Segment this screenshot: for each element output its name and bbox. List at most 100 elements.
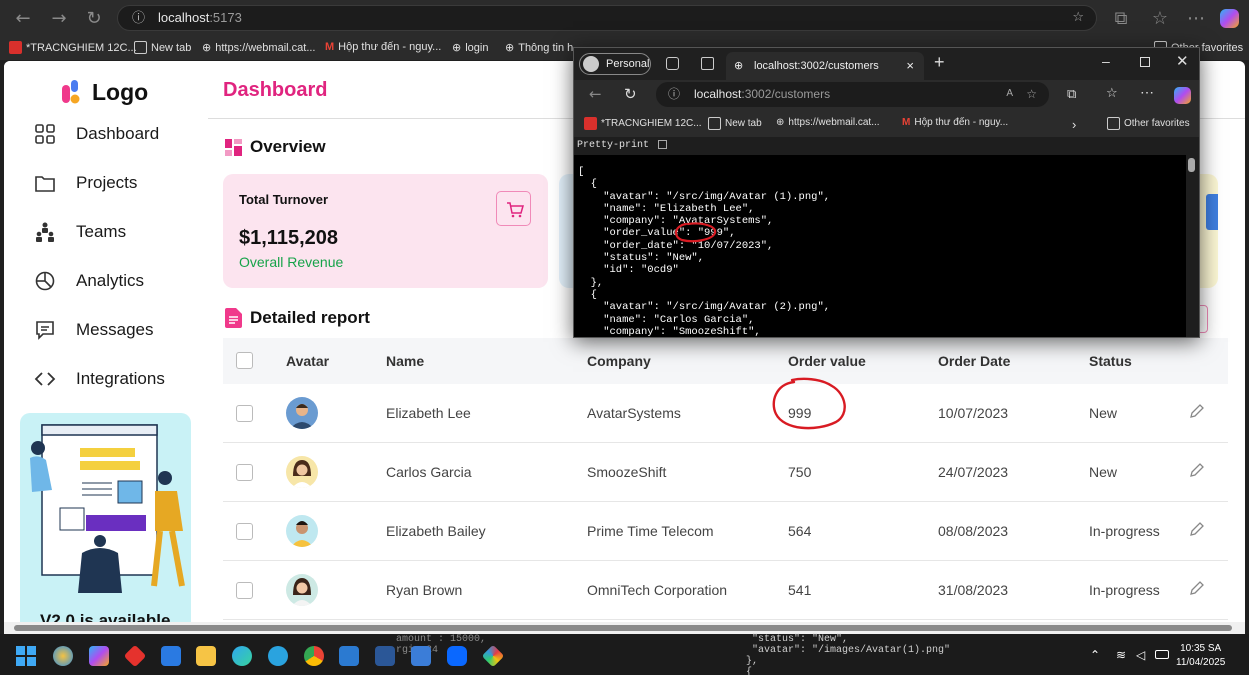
edit-icon[interactable] [1189, 462, 1205, 478]
col-company[interactable]: Company [587, 353, 651, 369]
maximize-icon[interactable] [1140, 57, 1150, 67]
copilot-icon[interactable] [1174, 87, 1191, 104]
card-icon-button[interactable] [1206, 194, 1218, 230]
chrome-icon[interactable] [304, 646, 324, 666]
clock-date: 11/04/2025 [1176, 657, 1226, 668]
vscode-icon[interactable] [339, 646, 359, 666]
cell-name: Elizabeth Bailey [386, 523, 486, 539]
address-bar[interactable]: ⓘ localhost:5173 ☆ [117, 5, 1097, 31]
file-explorer-icon[interactable] [196, 646, 216, 666]
sidebar-item-projects[interactable]: Projects [34, 172, 137, 194]
json-scrollbar-thumb[interactable] [1188, 158, 1195, 172]
pdf-icon [584, 117, 597, 130]
wifi-icon[interactable]: ≋ [1116, 648, 1126, 662]
table-row[interactable]: Carlos Garcia SmoozeShift 750 24/07/2023… [223, 443, 1228, 502]
table-row[interactable]: Elizabeth Bailey Prime Time Telecom 564 … [223, 502, 1228, 561]
more-icon[interactable]: ⋯ [1185, 8, 1207, 30]
back-icon[interactable]: ← [12, 8, 34, 30]
back-icon[interactable]: ← [589, 85, 602, 103]
more-icon[interactable]: ⋯ [1140, 84, 1154, 101]
close-tab-icon[interactable]: × [906, 52, 914, 80]
refresh-icon[interactable]: ↻ [83, 8, 105, 30]
favorites-icon[interactable]: ☆ [1149, 8, 1171, 30]
info-icon[interactable]: ⓘ [132, 6, 145, 30]
sidebar-item-integrations[interactable]: Integrations [34, 368, 165, 390]
bookmark-item[interactable]: *TRACNGHIEM 12C... [584, 117, 702, 130]
cell-name: Carlos Garcia [386, 464, 472, 480]
popup-address-bar[interactable]: ⓘ localhost:3002/customers A ☆ [656, 82, 1049, 107]
popup-tab-bar: Personal ⊕ localhost:3002/customers × + … [574, 48, 1199, 80]
avatar [286, 574, 318, 606]
word-icon[interactable] [375, 646, 395, 666]
profile-button[interactable]: Personal [579, 53, 651, 75]
pretty-print-checkbox[interactable] [658, 139, 668, 149]
system-clock[interactable]: 10:35 SA 11/04/2025 [1176, 642, 1225, 670]
bookmark-item[interactable]: ⊕ https://webmail.cat... [776, 117, 880, 128]
logo[interactable]: Logo [62, 79, 148, 106]
globe-icon: ⊕ [202, 41, 212, 54]
volume-icon[interactable]: ◁ [1136, 648, 1145, 662]
photos-icon[interactable] [411, 646, 431, 666]
bookmark-item[interactable]: M Hộp thư đến - nguy... [325, 41, 441, 53]
sidebar-item-analytics[interactable]: Analytics [34, 270, 144, 292]
row-checkbox[interactable] [236, 582, 253, 599]
col-avatar[interactable]: Avatar [286, 353, 329, 369]
col-order-value[interactable]: Order value [788, 353, 866, 369]
cart-button[interactable] [496, 191, 531, 226]
bookmark-item[interactable]: New tab [708, 117, 762, 130]
forward-icon[interactable]: → [48, 8, 70, 30]
scrollbar-thumb[interactable] [14, 625, 1232, 631]
edit-icon[interactable] [1189, 521, 1205, 537]
refresh-icon[interactable]: ↻ [624, 85, 637, 103]
zalo-icon[interactable] [447, 646, 467, 666]
workspaces-icon[interactable] [666, 57, 679, 70]
popup-tab[interactable]: ⊕ localhost:3002/customers × [726, 52, 924, 80]
store-icon[interactable] [161, 646, 181, 666]
page-title: Dashboard [223, 79, 328, 101]
cell-company: AvatarSystems [587, 405, 681, 421]
copilot-icon[interactable] [1220, 9, 1239, 28]
bookmark-item[interactable]: *TRACNGHIEM 12C... [9, 41, 137, 54]
bookmark-item[interactable]: ⊕ https://webmail.cat... [202, 41, 315, 54]
read-aloud-icon[interactable]: A [1006, 82, 1013, 106]
edge-icon[interactable] [232, 646, 252, 666]
favorite-star-icon[interactable]: ☆ [1072, 6, 1084, 30]
bookmark-item[interactable]: ⊕ login [452, 41, 488, 54]
col-status[interactable]: Status [1089, 353, 1132, 369]
edit-icon[interactable] [1189, 580, 1205, 596]
extensions-icon[interactable]: ⧉ [1067, 86, 1076, 102]
favorite-star-icon[interactable]: ☆ [1026, 82, 1037, 106]
bookmark-item[interactable]: ⊕ Thông tin h [505, 41, 573, 54]
sidebar-item-dashboard[interactable]: Dashboard [34, 123, 159, 145]
edit-icon[interactable] [1189, 403, 1205, 419]
row-checkbox[interactable] [236, 405, 253, 422]
cell-order-date: 10/07/2023 [938, 405, 1009, 421]
info-icon[interactable]: ⓘ [668, 82, 680, 106]
other-favorites[interactable]: Other favorites [1107, 117, 1190, 130]
telegram-icon[interactable] [268, 646, 288, 666]
col-name[interactable]: Name [386, 353, 424, 369]
close-window-icon[interactable]: ✕ [1176, 52, 1189, 70]
chevron-up-icon[interactable]: ⌃ [1090, 648, 1100, 662]
new-tab-icon[interactable]: + [934, 52, 945, 73]
row-checkbox[interactable] [236, 523, 253, 540]
bookmark-item[interactable]: New tab [134, 41, 191, 54]
chevron-right-icon[interactable]: › [1072, 117, 1076, 132]
sidebar-item-messages[interactable]: Messages [34, 319, 153, 341]
favorites-icon[interactable]: ☆ [1106, 86, 1118, 101]
weather-icon[interactable] [53, 646, 73, 666]
col-order-date[interactable]: Order Date [938, 353, 1010, 369]
copilot-icon[interactable] [89, 646, 109, 666]
select-all-checkbox[interactable] [236, 352, 253, 369]
sidebar-item-teams[interactable]: Teams [34, 221, 126, 243]
minimize-icon[interactable]: – [1102, 53, 1110, 69]
table-row[interactable]: Ryan Brown OmniTech Corporation 541 31/0… [223, 561, 1228, 620]
extensions-icon[interactable]: ⧉ [1110, 8, 1132, 30]
tab-actions-icon[interactable] [701, 57, 714, 70]
bookmark-item[interactable]: M Hộp thư đến - nguy... [902, 117, 1008, 128]
windows-start-icon[interactable] [16, 646, 36, 666]
folder-icon [35, 176, 55, 192]
table-row[interactable]: Elizabeth Lee AvatarSystems 999 10/07/20… [223, 384, 1228, 443]
row-checkbox[interactable] [236, 464, 253, 481]
battery-icon[interactable] [1155, 650, 1169, 659]
